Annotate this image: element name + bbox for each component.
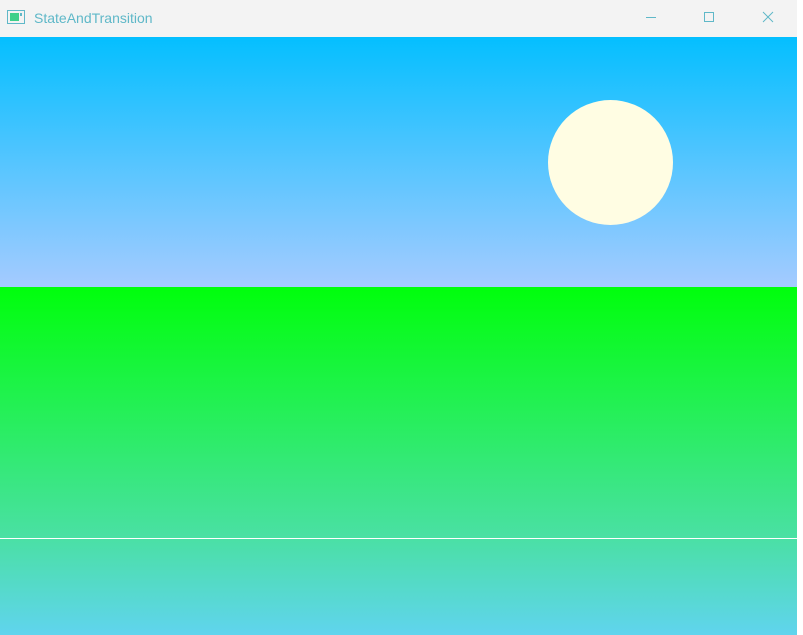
maximize-button[interactable] bbox=[680, 0, 738, 37]
window-title: StateAndTransition bbox=[34, 10, 153, 26]
close-icon bbox=[762, 10, 774, 28]
window-edge bbox=[797, 0, 803, 635]
ground bbox=[0, 287, 797, 635]
close-button[interactable] bbox=[739, 0, 797, 37]
maximize-icon bbox=[703, 10, 715, 28]
minimize-icon bbox=[645, 10, 657, 28]
app-window: StateAndTransition bbox=[0, 0, 797, 635]
title-bar[interactable]: StateAndTransition bbox=[0, 0, 797, 37]
horizon-line bbox=[0, 538, 797, 539]
app-window-icon bbox=[7, 10, 25, 24]
scene-canvas bbox=[0, 37, 797, 635]
minimize-button[interactable] bbox=[622, 0, 680, 37]
sky bbox=[0, 37, 797, 287]
sun bbox=[548, 100, 673, 225]
